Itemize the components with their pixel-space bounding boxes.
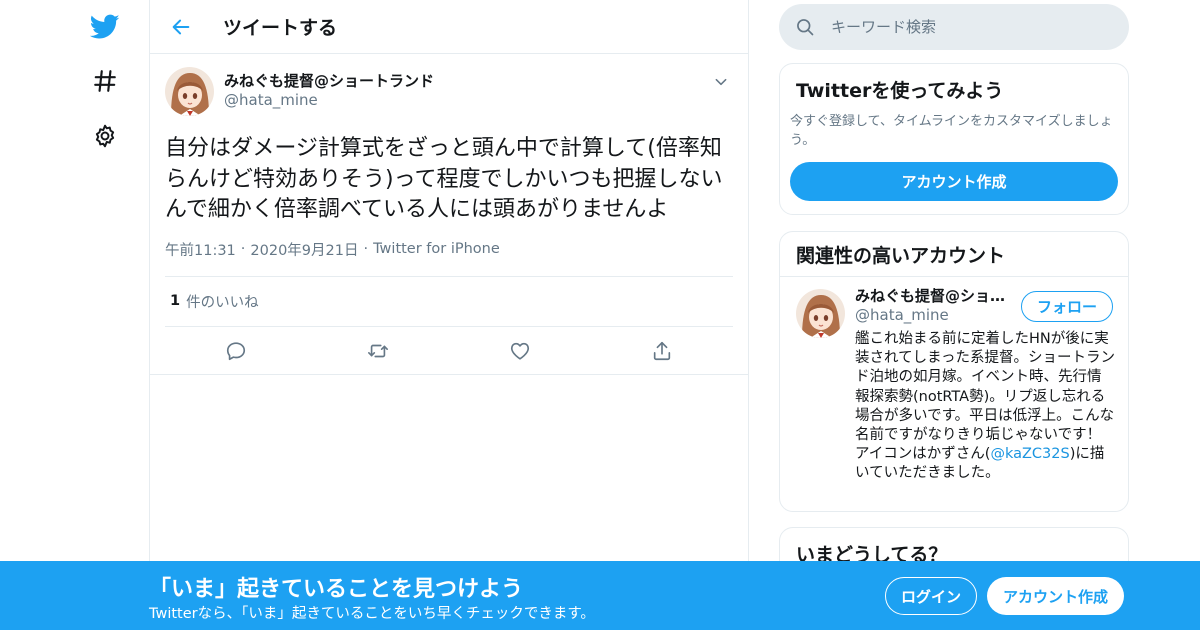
signup-banner: 「いま」起きていることを見つけよう Twitterなら、「いま」起きていることを… [0,561,1200,630]
page-title: ツイートする [223,17,338,39]
like-icon[interactable] [508,339,532,363]
page: ツイートする みねぐも提督@ショートランド @hata_mine 自分はダメージ… [0,0,1200,630]
tweet-actions [150,327,748,375]
tweet-meta: 午前11:31 · 2020年9月21日 · Twitter for iPhon… [165,239,733,260]
display-name[interactable]: みねぐも提督@ショートランド [224,72,434,91]
banner-title: 「いま」起きていることを見つけよう [149,577,524,602]
related-accounts-card: 関連性の高いアカウント みねぐも提督@ショー @hata_mine フォロー 艦… [779,231,1129,512]
retweet-icon[interactable] [366,339,390,363]
follow-button[interactable]: フォロー [1021,291,1113,322]
reply-icon[interactable] [224,339,248,363]
signup-button[interactable]: アカウント作成 [987,577,1124,615]
likes-row[interactable]: 1 件のいいね [165,275,733,327]
gear-icon[interactable] [88,119,122,153]
search-bar[interactable] [779,4,1129,50]
tweet-time[interactable]: 午前11:31 [165,239,236,260]
related-account-names: みねぐも提督@ショートランド @hata_mine [855,287,1015,325]
search-input[interactable] [831,18,1111,36]
login-button[interactable]: ログイン [885,577,977,615]
bio-text: 艦これ始まる前に定着したHNが後に実装されてしまった系提督。ショートランド泊地の… [855,331,1115,463]
meta-separator: · [240,241,246,257]
twitter-bird-icon[interactable] [88,10,122,44]
meta-separator: · [363,241,369,257]
related-account[interactable]: みねぐも提督@ショートランド @hata_mine フォロー 艦これ始まる前に定… [780,277,1128,481]
search-icon [795,17,815,37]
hashtag-icon[interactable] [88,64,122,98]
banner-subtitle: Twitterなら、「いま」起きていることをいち早くチェックできます。 [149,606,595,622]
chevron-down-icon[interactable] [709,70,733,94]
tweet-text: 自分はダメージ計算式をざっと頭ん中で計算して(倍率知らんけど特効ありそう)って程… [165,136,723,222]
tweet-author: みねぐも提督@ショートランド @hata_mine [165,66,733,116]
create-account-button[interactable]: アカウント作成 [790,162,1118,201]
tweet: みねぐも提督@ショートランド @hata_mine 自分はダメージ計算式をざっと… [150,54,748,375]
like-count: 1 [170,293,181,309]
share-icon[interactable] [650,339,674,363]
main-column: ツイートする みねぐも提督@ショートランド @hata_mine 自分はダメージ… [149,0,749,630]
left-nav [0,0,150,630]
page-header: ツイートする [150,0,748,54]
related-accounts-title: 関連性の高いアカウント [780,232,1128,277]
back-arrow-icon[interactable] [163,9,199,45]
bio-mention-link[interactable]: @kaZC32S [990,446,1069,462]
related-display-name[interactable]: みねぐも提督@ショートランド [855,287,1015,306]
tweet-source[interactable]: Twitter for iPhone [373,241,500,257]
tweet-date[interactable]: 2020年9月21日 [250,239,358,260]
related-bio: 艦これ始まる前に定着したHNが後に実装されてしまった系提督。ショートランド泊地の… [855,330,1115,484]
author-names: みねぐも提督@ショートランド @hata_mine [224,72,434,110]
signup-card-title: Twitterを使ってみよう [796,80,1004,102]
avatar[interactable] [796,289,845,338]
user-handle[interactable]: @hata_mine [224,91,434,110]
signup-card-subtitle: 今すぐ登録して、タイムラインをカスタマイズしましょう。 [790,114,1113,148]
related-handle[interactable]: @hata_mine [855,306,1015,325]
avatar[interactable] [165,66,214,116]
like-label: 件のいいね [186,294,259,311]
signup-card: Twitterを使ってみよう 今すぐ登録して、タイムラインをカスタマイズしましょ… [779,63,1129,215]
